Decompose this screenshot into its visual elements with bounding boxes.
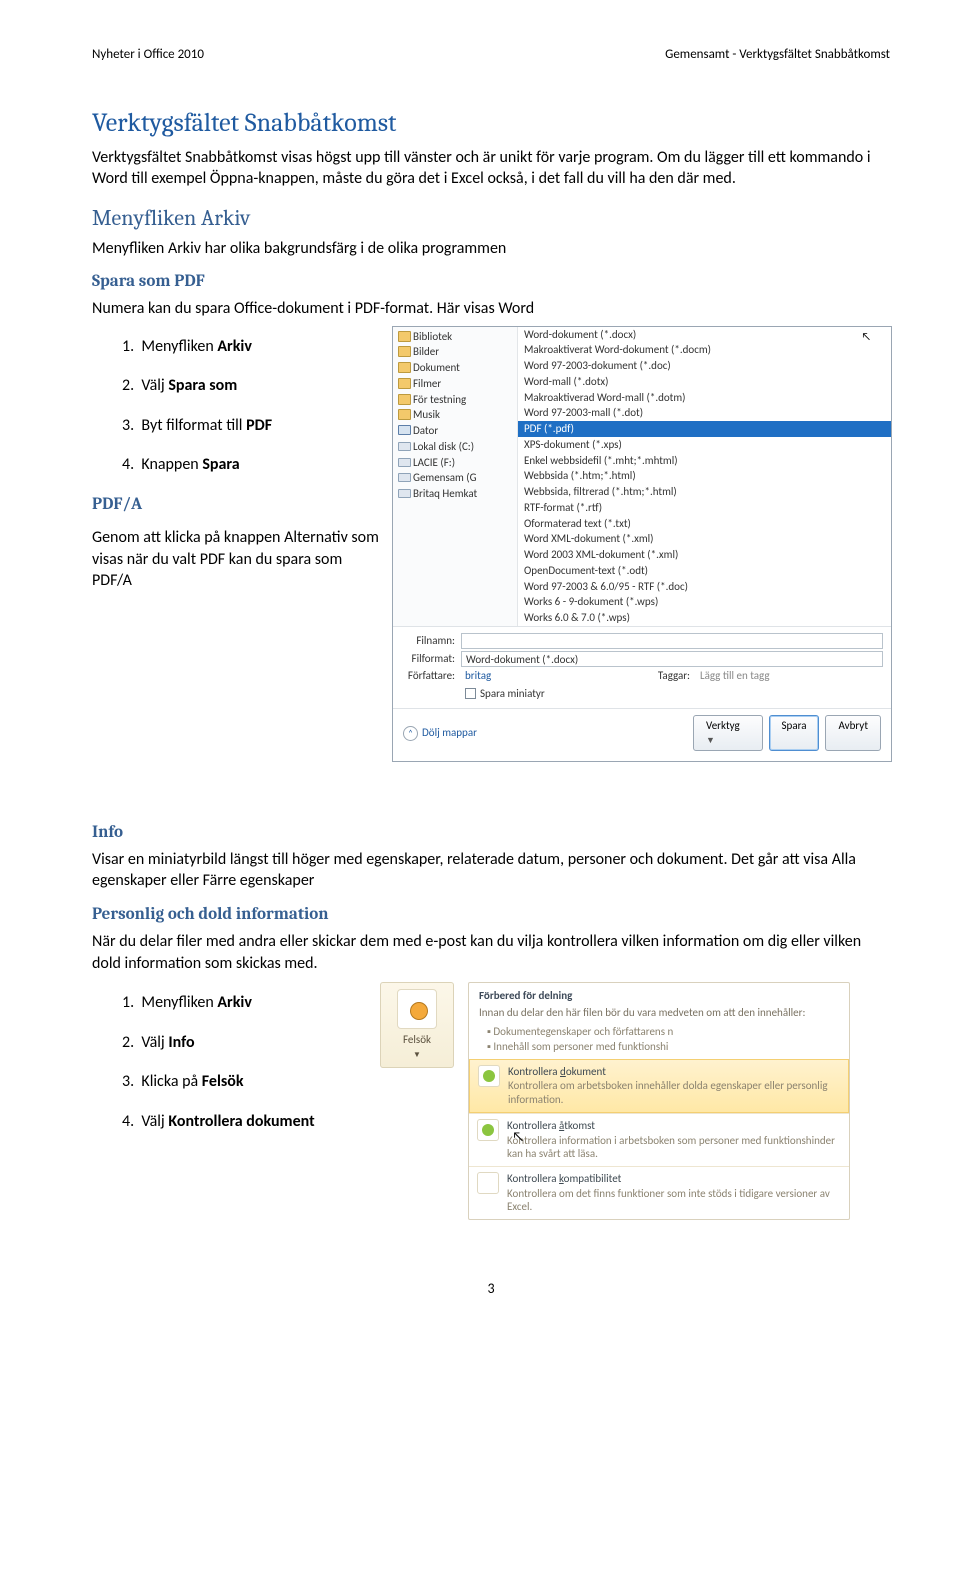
format-option[interactable]: Webbsida (*.htm;*.html) — [518, 468, 891, 484]
item-desc: Kontrollera information i arbetsboken so… — [507, 1134, 839, 1160]
dolj-mappar-toggle[interactable]: ˄Dölj mappar — [403, 726, 477, 741]
step-1: 1. Menyfliken Arkiv — [122, 336, 382, 358]
item-icon — [478, 1065, 500, 1087]
steps-felsok: 1. Menyfliken Arkiv 2. Välj Info 3. Klic… — [122, 992, 352, 1132]
filformat-field[interactable]: Word-dokument (*.docx) — [461, 651, 883, 667]
format-option[interactable]: Works 6 - 9-dokument (*.wps) — [518, 594, 891, 610]
screenshot-felsok-panel: Felsök ▼ Förbered för delning Innan du d… — [380, 982, 850, 1220]
save-nav-tree[interactable]: BibliotekBilderDokumentFilmerFör testnin… — [393, 327, 518, 626]
verktyg-button[interactable]: Verktyg ▼ — [693, 715, 763, 751]
para-info: Visar en miniatyrbild längst till höger … — [92, 849, 890, 892]
format-option[interactable]: Word-dokument (*.docx) — [518, 327, 891, 343]
forfattare-value: britag — [461, 669, 648, 683]
format-option[interactable]: Works 6.0 & 7.0 (*.wps) — [518, 610, 891, 626]
heading-arkiv: Menyfliken Arkiv — [92, 204, 890, 234]
format-option[interactable]: XPS-dokument (*.xps) — [518, 437, 891, 453]
chevron-down-icon: ▼ — [706, 735, 715, 746]
cursor-icon: ↖ — [512, 1128, 524, 1147]
header-right: Gemensamt - Verktygsfältet Snabbåtkomst — [665, 46, 890, 64]
format-option[interactable]: Word 97-2003-mall (*.dot) — [518, 405, 891, 421]
step2-3: 3. Klicka på Felsök — [122, 1071, 352, 1093]
para-personlig-dold: När du delar filer med andra eller skick… — [92, 931, 890, 974]
format-option[interactable]: Word-mall (*.dotx) — [518, 374, 891, 390]
page-number: 3 — [92, 1280, 890, 1299]
chevron-down-icon: ▼ — [385, 1050, 449, 1061]
chevron-up-icon: ˄ — [403, 726, 418, 741]
spara-miniatyr-checkbox[interactable]: Spara miniatyr — [465, 687, 883, 701]
nav-item[interactable]: Gemensam (G — [393, 470, 517, 486]
menu-item[interactable]: Kontrollera dokumentKontrollera om arbet… — [469, 1059, 849, 1113]
filnamn-field[interactable] — [461, 633, 883, 649]
para-snabbatkomst: Verktygsfältet Snabbåtkomst visas högst … — [92, 147, 890, 190]
format-option[interactable]: Webbsida, filtrerad (*.htm;*.html) — [518, 484, 891, 500]
format-option[interactable]: RTF-format (*.rtf) — [518, 500, 891, 516]
item-title: Kontrollera kompatibilitet — [507, 1172, 839, 1187]
format-option[interactable]: Word XML-dokument (*.xml) — [518, 531, 891, 547]
save-format-list[interactable]: Word-dokument (*.docx)Makroaktiverat Wor… — [518, 327, 891, 626]
heading-info: Info — [92, 822, 890, 845]
step2-2: 2. Välj Info — [122, 1032, 352, 1054]
panel-title: Förbered för delning — [479, 989, 839, 1004]
page-header: Nyheter i Office 2010 Gemensamt - Verkty… — [92, 46, 890, 64]
heading-spara-pdf: Spara som PDF — [92, 271, 890, 294]
para-pdfa: Genom att klicka på knappen Alternativ s… — [92, 527, 382, 592]
format-option[interactable]: OpenDocument-text (*.odt) — [518, 563, 891, 579]
step2-4: 4. Välj Kontrollera dokument — [122, 1111, 352, 1133]
format-option[interactable]: Enkel webbsidefil (*.mht;*.mhtml) — [518, 453, 891, 469]
heading-snabbatkomst: Verktygsfältet Snabbåtkomst — [92, 106, 890, 141]
para-arkiv: Menyfliken Arkiv har olika bakgrundsfärg… — [92, 238, 890, 260]
nav-item[interactable]: För testning — [393, 392, 517, 408]
step-2: 2. Välj Spara som — [122, 375, 382, 397]
taggar-label: Taggar: — [648, 669, 696, 683]
filformat-label: Filformat: — [401, 652, 461, 666]
format-option[interactable]: Oformaterad text (*.txt) — [518, 516, 891, 532]
format-option[interactable]: Word 97-2003 & 6.0/95 - RTF (*.doc) — [518, 579, 891, 595]
step-3: 3. Byt filformat till PDF — [122, 415, 382, 437]
item-icon — [477, 1172, 499, 1194]
taggar-value[interactable]: Lägg till en tagg — [696, 669, 883, 683]
filnamn-label: Filnamn: — [401, 634, 461, 648]
nav-item[interactable]: LACIE (F:) — [393, 455, 517, 471]
nav-item[interactable]: Britaq Hemkat — [393, 486, 517, 502]
panel-subtitle: Innan du delar den här filen bör du vara… — [479, 1006, 839, 1021]
heading-pdfa: PDF/A — [92, 494, 382, 517]
nav-item[interactable]: Bibliotek — [393, 329, 517, 345]
item-desc: Kontrollera om det finns funktioner som … — [507, 1187, 839, 1213]
format-option[interactable]: Word 2003 XML-dokument (*.xml) — [518, 547, 891, 563]
nav-item[interactable]: Dator — [393, 423, 517, 439]
screenshot-save-dialog: BibliotekBilderDokumentFilmerFör testnin… — [392, 326, 892, 762]
heading-personlig-dold: Personlig och dold information — [92, 904, 890, 927]
item-title: Kontrollera åtkomst — [507, 1119, 839, 1134]
checkbox-icon — [465, 688, 476, 699]
steps-spara-pdf: 1. Menyfliken Arkiv 2. Välj Spara som 3.… — [122, 336, 382, 476]
format-option[interactable]: Makroaktiverat Word-dokument (*.docm) — [518, 342, 891, 358]
item-desc: Kontrollera om arbetsboken innehåller do… — [508, 1079, 838, 1105]
step2-1: 1. Menyfliken Arkiv — [122, 992, 352, 1014]
felsok-button[interactable]: Felsök ▼ — [380, 982, 454, 1068]
menu-item[interactable]: Kontrollera kompatibilitetKontrollera om… — [469, 1166, 849, 1219]
avbryt-button[interactable]: Avbryt — [825, 715, 881, 751]
format-option[interactable]: Word 97-2003-dokument (*.doc) — [518, 358, 891, 374]
format-option[interactable]: PDF (*.pdf)↖ — [518, 421, 891, 437]
step-4: 4. Knappen Spara — [122, 454, 382, 476]
item-title: Kontrollera dokument — [508, 1065, 838, 1080]
nav-item[interactable]: Dokument — [393, 360, 517, 376]
header-left: Nyheter i Office 2010 — [92, 46, 204, 64]
felsok-icon — [397, 989, 437, 1029]
menu-item[interactable]: Kontrollera åtkomstKontrollera informati… — [469, 1113, 849, 1166]
para-spara-pdf: Numera kan du spara Office-dokument i PD… — [92, 298, 890, 320]
forfattare-label: Författare: — [401, 669, 461, 683]
panel-bullets: Dokumentegenskaper och författarens nInn… — [469, 1025, 849, 1059]
cursor-icon: ↖ — [861, 330, 871, 344]
nav-item[interactable]: Filmer — [393, 376, 517, 392]
nav-item[interactable]: Lokal disk (C:) — [393, 439, 517, 455]
spara-button[interactable]: Spara — [769, 715, 820, 751]
item-icon — [477, 1119, 499, 1141]
format-option[interactable]: Makroaktiverad Word-mall (*.dotm) — [518, 390, 891, 406]
nav-item[interactable]: Bilder — [393, 344, 517, 360]
nav-item[interactable]: Musik — [393, 407, 517, 423]
